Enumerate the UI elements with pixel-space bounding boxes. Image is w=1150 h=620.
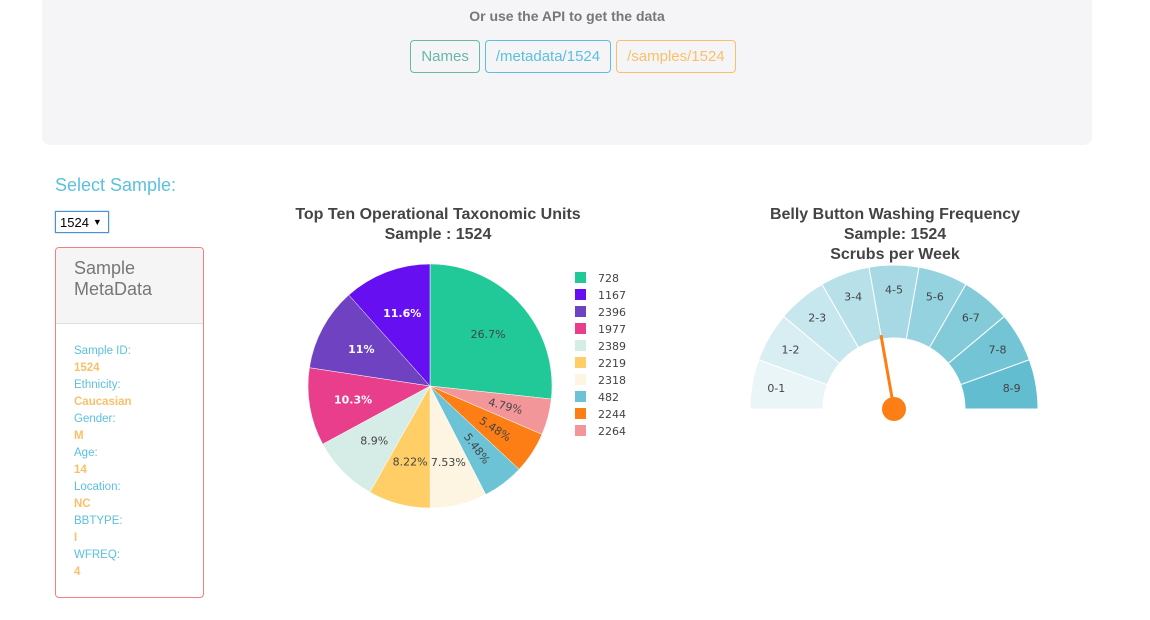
metadata-field-label: WFREQ: <box>74 549 120 561</box>
metadata-link-button[interactable]: /metadata/1524 <box>484 40 612 73</box>
gauge-title: Belly Button Washing Frequency <box>769 206 1021 223</box>
legend-swatch <box>575 289 586 300</box>
metadata-title: Sample MetaData <box>56 248 203 324</box>
gauge-segment-label: 5-6 <box>926 291 944 304</box>
legend-swatch <box>575 323 586 334</box>
legend-label-2318[interactable]: 2318 <box>598 374 626 387</box>
metadata-field-value: 4 <box>74 566 81 578</box>
select-sample-label: Select Sample: <box>55 175 177 195</box>
gauge-segment-label: 4-5 <box>885 284 903 297</box>
pie-subtitle: Sample : 1524 <box>384 226 492 243</box>
legend-label-2264[interactable]: 2264 <box>598 425 626 438</box>
legend-label-2396[interactable]: 2396 <box>598 306 626 319</box>
legend-swatch <box>575 374 586 385</box>
names-link-button[interactable]: Names <box>410 40 480 73</box>
legend-label-482[interactable]: 482 <box>598 391 619 404</box>
metadata-field-label: Sample ID: <box>74 345 131 357</box>
sample-select[interactable]: 1524 ▼ <box>55 211 109 233</box>
gauge-segment-label: 3-4 <box>844 291 862 304</box>
api-panel: Or use the API to get the data Names /me… <box>42 0 1092 145</box>
legend-label-728[interactable]: 728 <box>598 272 619 285</box>
pie-percent-label: 11.6% <box>383 307 421 320</box>
pie-chart-title: Top Ten Operational Taxonomic Units Samp… <box>270 205 606 245</box>
pie-title: Top Ten Operational Taxonomic Units <box>295 206 581 223</box>
gauge-segment-label: 1-2 <box>782 343 800 356</box>
legend-label-1167[interactable]: 1167 <box>598 289 626 302</box>
gauge-segment-label: 8-9 <box>1003 382 1021 395</box>
legend-label-2219[interactable]: 2219 <box>598 357 626 370</box>
gauge-chart: 0-1 1-2 2-3 3-4 4-5 5-6 6-7 7-8 8-9 <box>749 264 1039 421</box>
pie-percent-label: 8.9% <box>360 435 388 448</box>
pie-percent-label: 26.7% <box>471 328 506 341</box>
metadata-field-label: Age: <box>74 447 98 459</box>
legend-label-2244[interactable]: 2244 <box>598 408 626 421</box>
metadata-field-label: Ethnicity: <box>74 379 121 391</box>
pie-percent-label: 7.53% <box>431 456 466 469</box>
gauge-needle-hub <box>882 397 906 421</box>
metadata-panel: Sample MetaData Sample ID: 1524 Ethnicity:… <box>55 247 204 598</box>
pie-percent-label: 10.3% <box>334 393 372 406</box>
legend-swatch <box>575 357 586 368</box>
legend-swatch <box>575 391 586 402</box>
api-note: Or use the API to get the data <box>469 8 665 24</box>
metadata-field-value: Caucasian <box>74 396 132 408</box>
pie-percent-label: 8.22% <box>393 456 428 469</box>
gauge-subtitle: Sample: 1524 <box>843 226 947 243</box>
sample-select-value: 1524 <box>60 214 89 230</box>
legend-label-2389[interactable]: 2389 <box>598 340 626 353</box>
metadata-field-label: Gender: <box>74 413 116 425</box>
legend-swatch <box>575 425 586 436</box>
gauge-segment-label: 6-7 <box>962 311 980 324</box>
gauge-segment-label: 2-3 <box>808 311 826 324</box>
legend-swatch <box>575 272 586 283</box>
metadata-field-label: BBTYPE: <box>74 515 123 527</box>
metadata-field-label: Location: <box>74 481 121 493</box>
metadata-field-value: M <box>74 430 84 442</box>
metadata-field-value: NC <box>74 498 91 510</box>
samples-link-button[interactable]: /samples/1524 <box>616 40 736 73</box>
pie-percent-label: 11% <box>348 343 374 356</box>
legend-swatch <box>575 408 586 419</box>
metadata-field-value: 14 <box>74 464 87 476</box>
legend-swatch <box>575 306 586 317</box>
pie-chart: 26.7%4.79%5.48%5.48%7.53%8.22%8.9%10.3%1… <box>307 263 626 509</box>
metadata-fields: Sample ID: 1524 Ethnicity: Caucasian Gender:… <box>56 324 203 581</box>
metadata-field-value: I <box>74 532 78 544</box>
gauge-chart-title: Belly Button Washing Frequency Sample: 1… <box>740 205 1050 265</box>
api-links: Names /metadata/1524 /samples/1524 <box>42 40 1092 73</box>
gauge-segment-label: 0-1 <box>767 382 785 395</box>
legend-label-1977[interactable]: 1977 <box>598 323 626 336</box>
metadata-field-value: 1524 <box>74 362 100 374</box>
legend-swatch <box>575 340 586 351</box>
gauge-segment-label: 7-8 <box>989 343 1007 356</box>
dropdown-arrow-icon: ▼ <box>92 217 102 227</box>
